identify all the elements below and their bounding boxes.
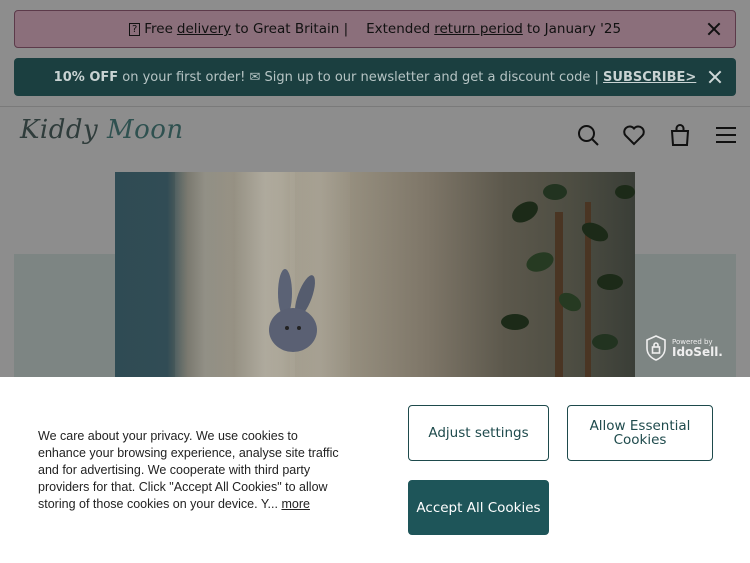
plant-image [501,184,635,382]
newsletter-close-icon[interactable] [708,70,722,84]
logo-word-moon: Moon [106,115,184,145]
promo-bar: ? Free delivery to Great Britain | Exten… [14,10,736,48]
heart-icon[interactable] [622,123,646,147]
accept-all-cookies-button[interactable]: Accept All Cookies [408,480,549,535]
cookie-more-link[interactable]: more [281,497,309,511]
bag-icon[interactable] [668,123,692,147]
logo[interactable]: Kiddy Moon [20,115,184,145]
hero-image [115,172,635,382]
promo-free-text: Free [144,21,173,37]
promo-icon: ? [128,22,141,36]
newsletter-discount: 10% OFF [53,69,119,85]
promo-close-icon[interactable] [707,22,721,36]
return-period-link[interactable]: return period [434,21,523,37]
cookie-consent-panel: We care about your privacy. We use cooki… [0,377,750,563]
promo-extended-text: Extended [366,21,431,37]
adjust-settings-button[interactable]: Adjust settings [408,405,549,461]
subscribe-link[interactable]: SUBSCRIBE> [603,70,696,85]
menu-icon[interactable] [714,123,738,147]
delivery-link[interactable]: delivery [177,21,231,37]
search-icon[interactable] [576,123,600,147]
bunny-toy-image [269,269,317,352]
promo-january-text: to January '25 [526,21,622,37]
newsletter-bar: 10% OFF on your first order! ✉ Sign up t… [14,58,736,96]
idosell-brand-text: IdoSell. [672,344,723,359]
promo-gb-text: to Great Britain | [235,21,349,37]
newsletter-text: on your first order! ✉ Sign up to our ne… [122,69,599,85]
shield-lock-icon [646,335,666,361]
allow-essential-cookies-button[interactable]: Allow Essential Cookies [567,405,713,461]
cookie-message: We care about your privacy. We use cooki… [38,428,348,513]
logo-word-kiddy: Kiddy [20,115,99,145]
idosell-badge[interactable]: Powered by IdoSell. [646,335,723,361]
site-header: Kiddy Moon [0,106,750,162]
